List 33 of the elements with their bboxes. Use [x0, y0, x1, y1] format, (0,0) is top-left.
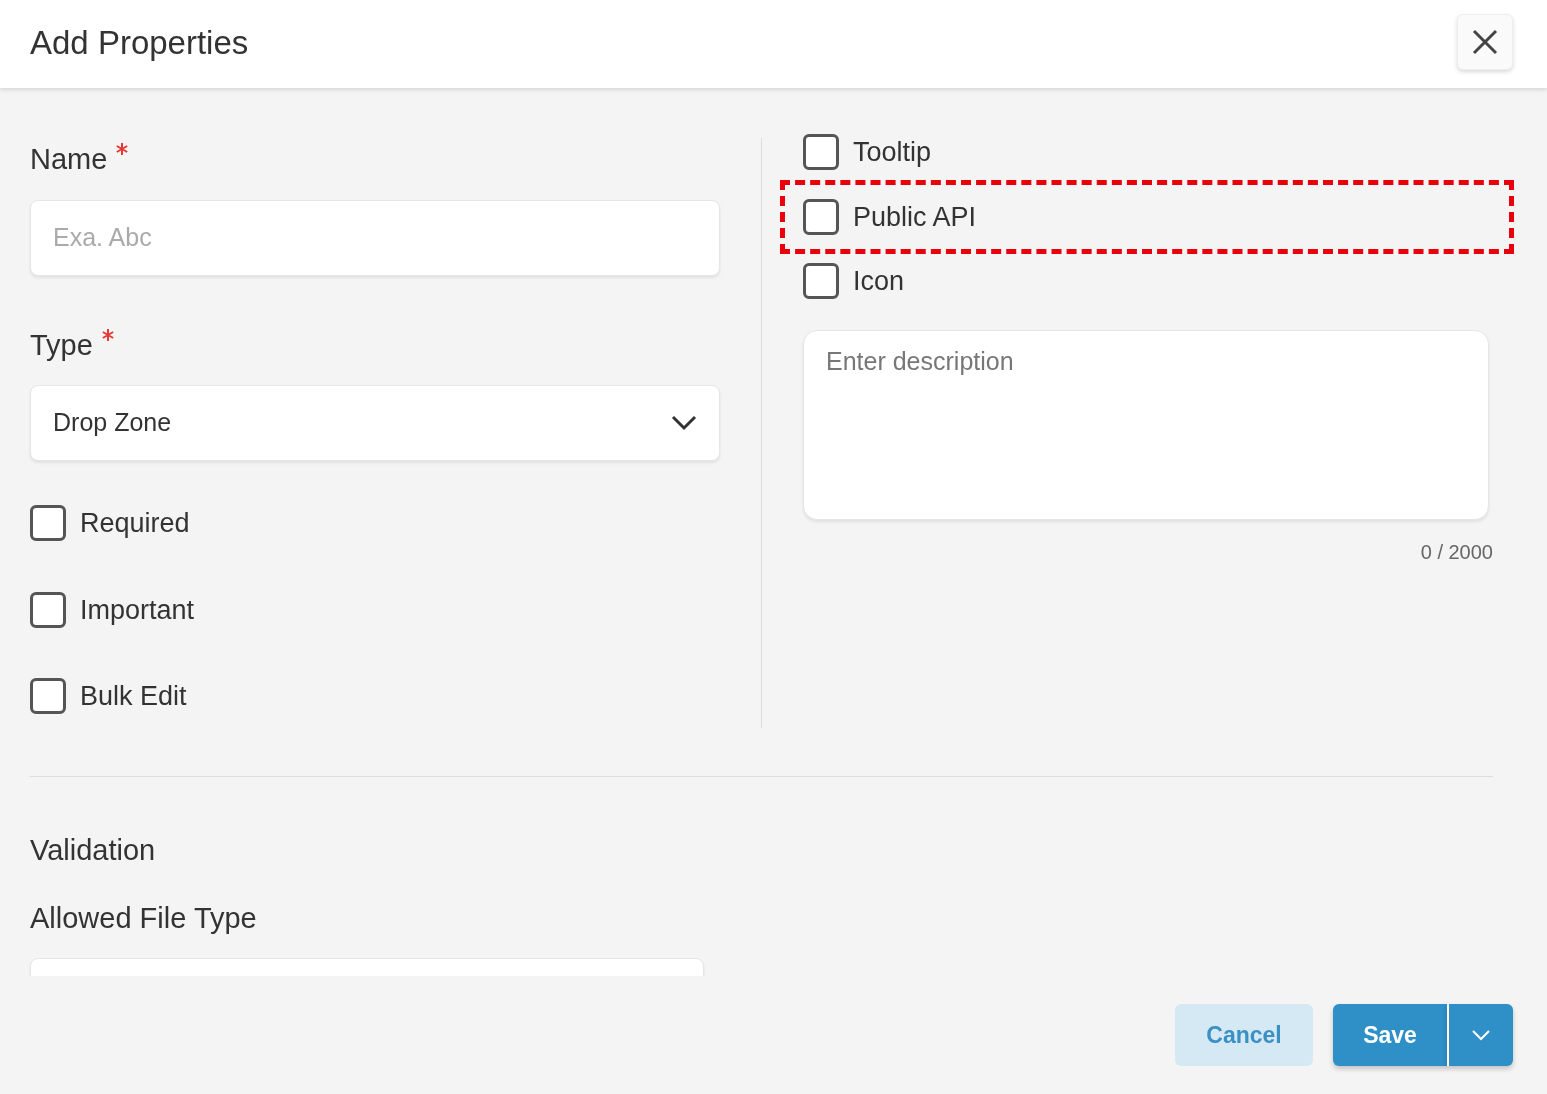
close-button[interactable] — [1457, 14, 1513, 70]
checkbox-row[interactable]: Icon — [803, 261, 1509, 302]
checkbox-label: Public API — [853, 200, 977, 234]
checkbox-row[interactable]: Public API — [803, 196, 1509, 237]
checkbox-label: Required — [80, 507, 190, 540]
checkbox[interactable] — [30, 678, 66, 715]
dropdown-button[interactable] — [1447, 1004, 1513, 1066]
character-counter: 0 / 2000 — [1419, 539, 1493, 565]
checkbox[interactable] — [30, 505, 66, 542]
save-button[interactable]: Save — [1333, 1004, 1447, 1066]
chevron-down-icon — [1471, 1029, 1491, 1041]
checkbox-row[interactable]: Bulk Edit — [30, 676, 720, 717]
checkbox-row[interactable]: Tooltip — [803, 132, 1509, 173]
checkbox-label: Tooltip — [853, 136, 932, 169]
checkbox-label: Bulk Edit — [80, 680, 187, 713]
checkbox[interactable] — [30, 591, 66, 628]
close-icon — [1472, 29, 1498, 55]
section-title: Validation — [30, 833, 157, 868]
dialog-title: Add Properties — [30, 23, 249, 63]
checkbox[interactable] — [803, 134, 839, 171]
field-label: Allowed File Type — [30, 900, 258, 936]
chevron-down-icon — [671, 415, 697, 431]
select-field[interactable]: Drop Zone — [30, 385, 720, 461]
field-label: Type — [30, 327, 93, 363]
checkbox-label: Icon — [853, 265, 905, 298]
description-field[interactable]: Enter description — [803, 329, 1489, 520]
checkbox-row[interactable]: Important — [30, 589, 720, 630]
checkbox[interactable] — [803, 263, 839, 300]
input-field[interactable]: Exa. Abc — [30, 199, 720, 276]
field-label: Name — [30, 142, 108, 177]
checkbox-row[interactable]: Required — [30, 503, 720, 544]
checkbox-label: Important — [80, 593, 195, 627]
checkbox[interactable] — [803, 198, 839, 235]
